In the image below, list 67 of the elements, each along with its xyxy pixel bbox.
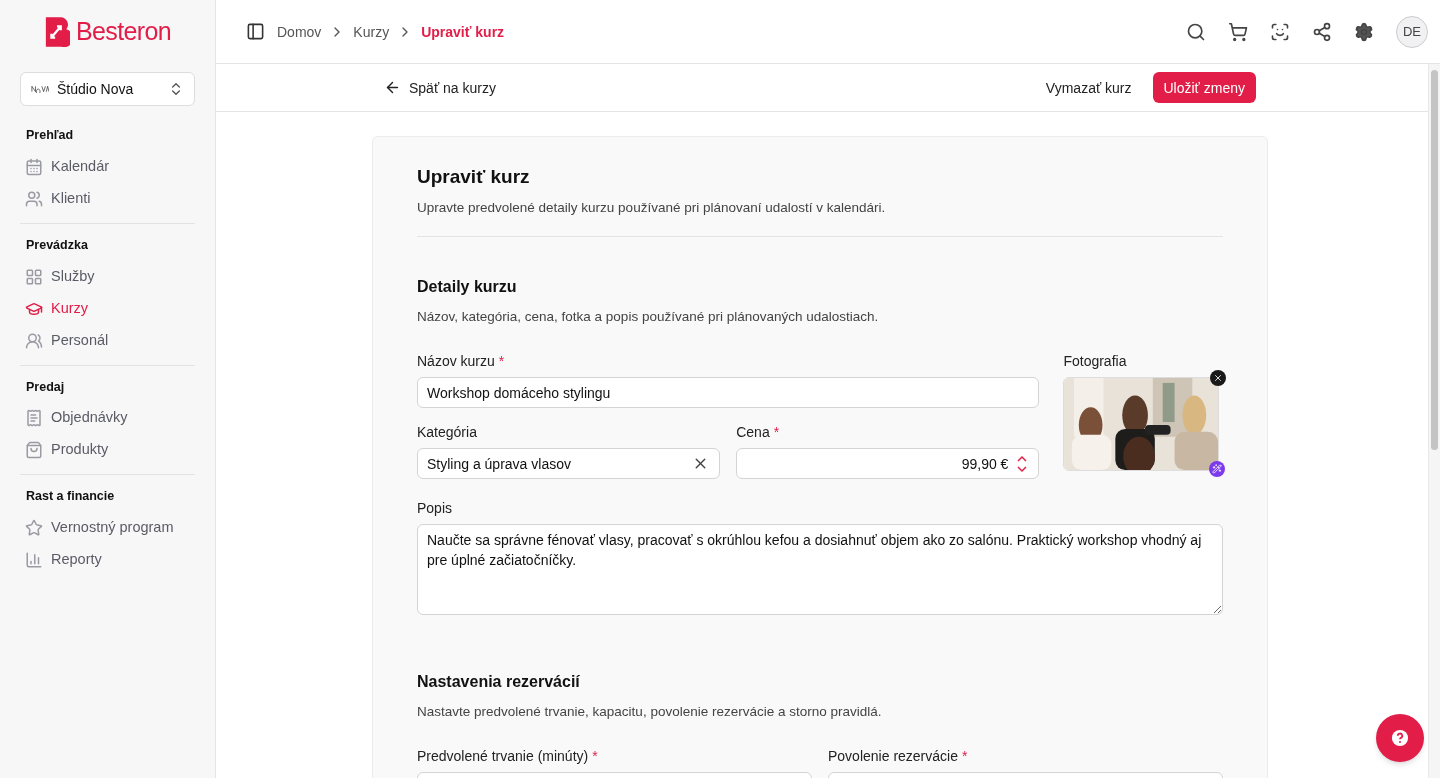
course-name-field[interactable]: Workshop domáceho stylingu <box>417 377 1040 408</box>
price-field[interactable]: 99,90 € <box>736 448 1040 479</box>
user-avatar[interactable]: DE <box>1396 15 1428 48</box>
bag-icon <box>25 441 43 460</box>
back-link[interactable]: Späť na kurzy <box>384 77 496 98</box>
nav-item[interactable]: Produkty <box>20 434 195 467</box>
logo-icon <box>43 17 70 47</box>
section-title: Rast a financie <box>25 488 116 506</box>
help-button[interactable] <box>1376 714 1424 762</box>
field-label: Povolenie rezervácie <box>828 747 958 767</box>
nav-item[interactable]: Reporty <box>20 544 195 576</box>
description-field[interactable]: Naučte sa správne fénovať vlasy, pracovať s okrúhlou kefou a dosiahnuť objem ako zo salónu. Praktický workshop vhodný aj pre úplné začiatočníčky. <box>417 524 1223 615</box>
nav-item[interactable]: Služby <box>20 260 195 293</box>
nav-item[interactable]: Kurzy <box>20 292 195 325</box>
section-description: Nastavte predvolené trvanie, kapacitu, povolenie rezervácie a storno pravidlá. <box>417 703 883 721</box>
studio-select[interactable]: Štúdio Nova <box>20 72 195 106</box>
field-label: Kategória <box>417 423 477 442</box>
bar-chart-icon <box>25 551 43 569</box>
remove-photo-button[interactable] <box>1210 370 1227 386</box>
cart-icon[interactable] <box>1228 21 1248 42</box>
settings-icon[interactable] <box>1354 21 1374 42</box>
required-mark: * <box>498 352 505 371</box>
calendar-icon <box>25 157 43 176</box>
brand-name: Besteron <box>75 16 172 48</box>
nav-item[interactable]: Objednávky <box>20 402 195 435</box>
scrollbar[interactable] <box>1428 64 1440 778</box>
section-heading: Nastavenia rezervácií <box>417 672 581 692</box>
page-subtitle: Upravte predvolené detaily kurzu používané pri plánovaní udalostí v kalendári. <box>417 198 887 217</box>
section-title: Prevádzka <box>25 236 89 254</box>
section-heading: Detaily kurzu <box>417 276 518 297</box>
field-label: Popis <box>417 499 454 518</box>
nav-item[interactable]: Personál <box>20 324 195 357</box>
breadcrumb-link[interactable]: Upraviť kurz <box>421 21 505 42</box>
section-description: Názov, kategória, cena, fotka a popis používané pri plánovaných udalostiach. <box>417 307 880 326</box>
studio-logo-icon <box>31 85 49 93</box>
nav-item[interactable]: Vernostný program <box>20 512 195 544</box>
sidebar-toggle-icon[interactable] <box>246 22 265 41</box>
breadcrumb-link[interactable]: Domov <box>277 21 322 42</box>
required-mark: * <box>961 747 968 767</box>
stepper-icon[interactable] <box>1016 453 1029 474</box>
breadcrumb-link[interactable]: Kurzy <box>353 21 390 42</box>
nav-item[interactable]: Kalendár <box>20 150 195 183</box>
field-label: Predvolené trvanie (minúty) <box>417 747 589 767</box>
save-button[interactable]: Uložiť zmeny <box>1152 72 1256 103</box>
team-icon <box>25 331 43 350</box>
field-label: Cena <box>736 423 770 442</box>
share-icon[interactable] <box>1312 21 1332 42</box>
field-label: Názov kurzu <box>417 352 495 371</box>
required-mark: * <box>592 747 598 767</box>
required-mark: * <box>773 423 780 442</box>
users-icon <box>25 189 43 208</box>
field-label: Fotografia <box>1063 352 1128 371</box>
receipt-icon <box>25 409 43 428</box>
delete-button[interactable]: Vymazať kurz <box>1045 77 1132 98</box>
grid-icon <box>25 267 43 286</box>
wand-icon <box>1212 464 1223 474</box>
edit-photo-button[interactable] <box>1209 461 1226 477</box>
help-icon <box>1391 729 1409 747</box>
page-title: Upraviť kurz <box>417 165 531 189</box>
section-title: Predaj <box>25 378 66 396</box>
star-icon <box>25 519 43 537</box>
search-icon[interactable] <box>1186 21 1206 42</box>
section-title: Prehľad <box>25 127 75 144</box>
category-field[interactable]: Styling a úprava vlasov <box>417 448 721 479</box>
close-icon <box>1213 373 1224 383</box>
scan-icon[interactable] <box>1270 21 1290 42</box>
nav-item[interactable]: Klienti <box>20 182 195 215</box>
